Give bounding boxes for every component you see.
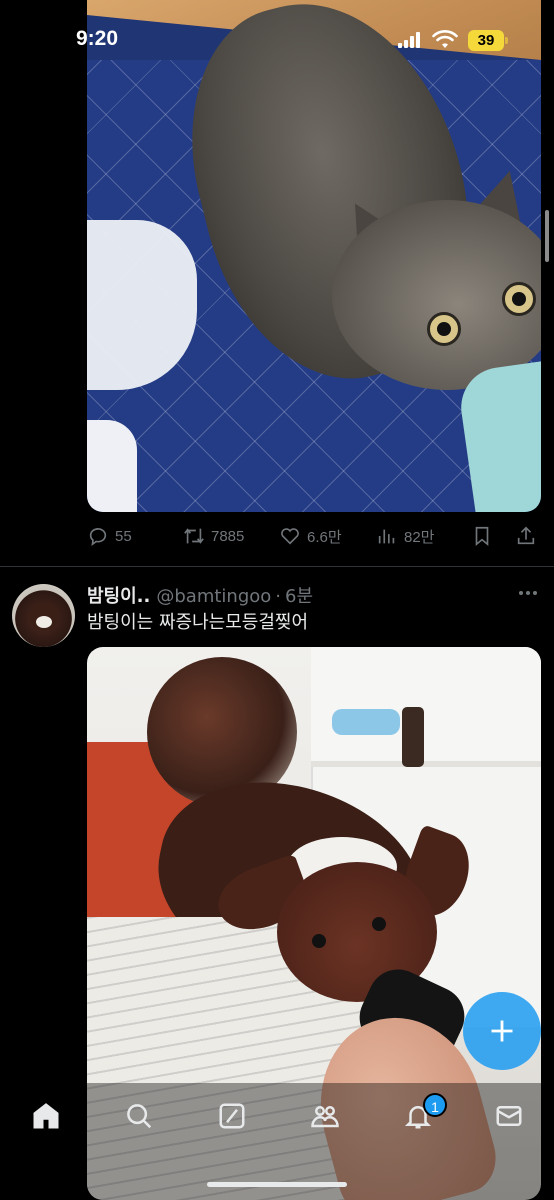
reply-button[interactable]: 55 [87,525,132,547]
photo-bowl [332,709,400,735]
tweet-2-header: 밤팅이.. @bamtingoo · 6분 [87,582,313,608]
scrollbar[interactable] [545,210,549,262]
nav-messages[interactable] [493,1100,525,1132]
photo-bottle [402,707,424,767]
tweet-text: 밤팅이는 짜증나는모등걸찢어 [87,612,309,633]
nav-communities[interactable] [309,1100,341,1132]
retweet-icon [184,528,204,544]
tweet-1-actions: 55 7885 6.6만 82만 [87,520,547,552]
views-chart-icon [378,529,395,544]
bookmark-icon [475,526,489,547]
dog-eye [372,917,386,931]
home-icon [33,1103,59,1129]
like-count: 6.6만 [307,528,342,546]
share-button[interactable] [515,525,537,547]
home-indicator[interactable] [207,1182,347,1187]
compose-button[interactable] [463,992,541,1070]
mail-icon [496,1106,522,1126]
user-handle[interactable]: @bamtingoo [156,586,271,607]
tweet-time[interactable]: 6분 [285,582,313,608]
notification-badge: 1 [423,1093,447,1117]
bookmark-button[interactable] [471,525,493,547]
display-name[interactable]: 밤팅이.. [87,582,150,608]
retweet-button[interactable]: 7885 [183,525,244,547]
retweet-count: 7885 [211,527,245,545]
communities-icon [311,1106,339,1128]
reply-icon [89,528,107,547]
photo-shelf [311,647,541,767]
dog-eye [312,934,326,948]
more-options-icon[interactable] [515,584,541,602]
search-icon [127,1104,152,1129]
tweet-divider [0,566,554,567]
reply-count: 55 [115,527,132,545]
heart-icon [281,528,299,545]
nav-search[interactable] [123,1100,155,1132]
share-icon [517,526,535,545]
photo-blob [87,420,137,512]
cat-eye [502,282,536,316]
avatar[interactable] [12,584,75,647]
tweet-1-photo[interactable] [87,0,541,512]
like-button[interactable]: 6.6만 [279,525,342,547]
separator-dot: · [275,586,282,607]
nav-grok[interactable] [216,1100,248,1132]
views-count: 82만 [404,528,435,546]
plus-icon [491,1020,513,1042]
cat-eye [427,312,461,346]
grok-icon [219,1103,245,1129]
nav-home[interactable] [30,1100,62,1132]
views-button[interactable]: 82만 [376,525,435,547]
avatar-dog-snout [36,616,52,628]
